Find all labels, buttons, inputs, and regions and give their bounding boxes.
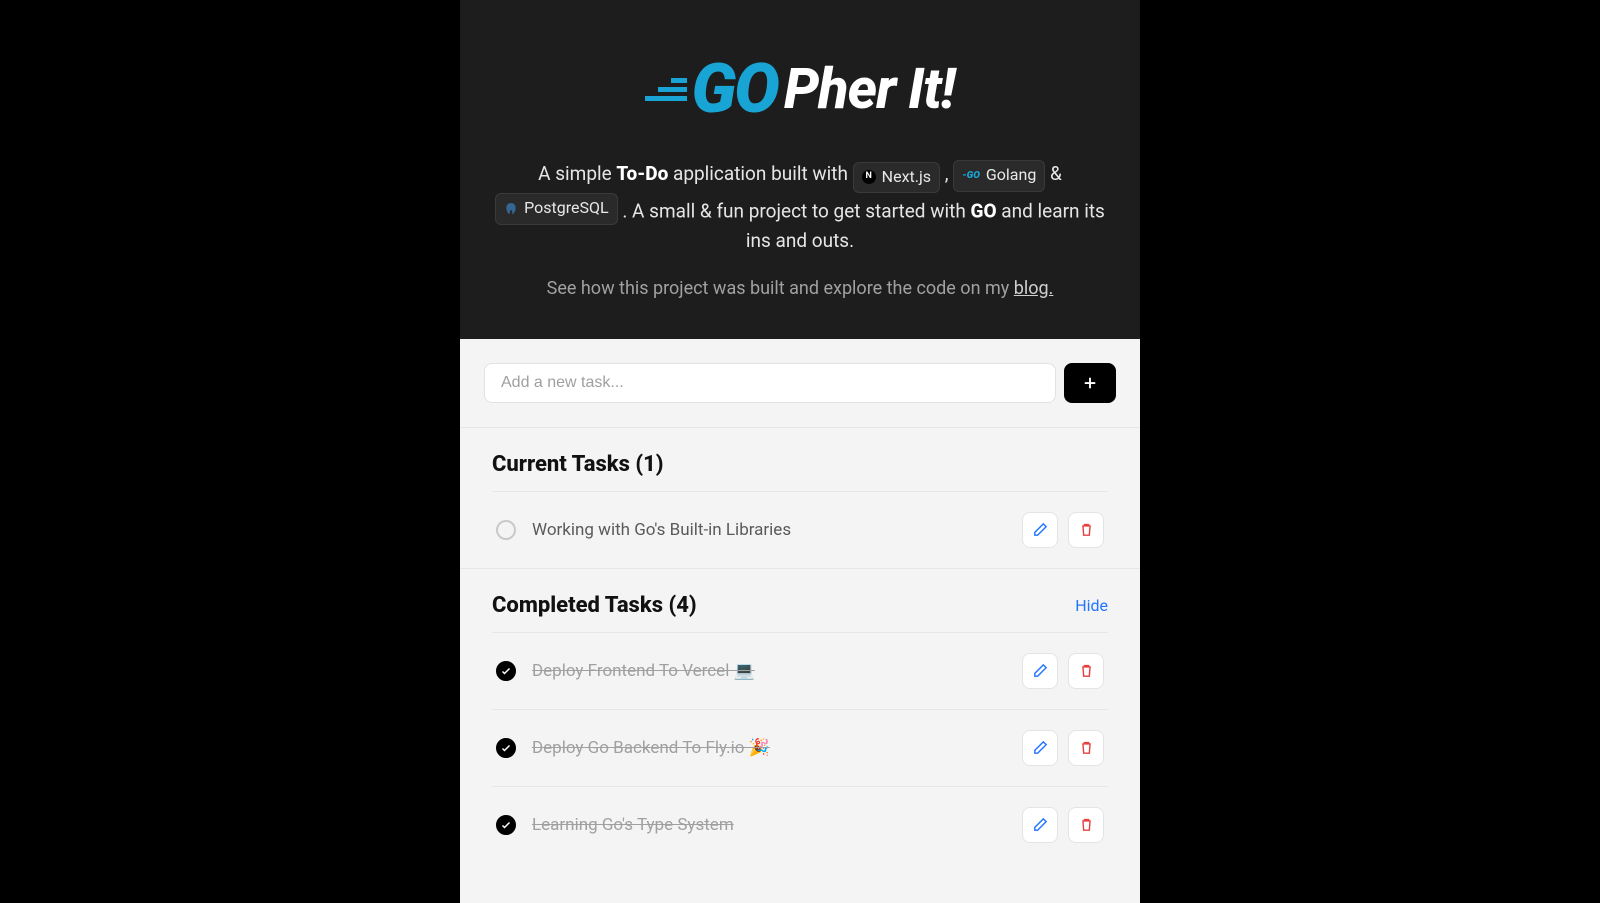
- nextjs-icon: N: [862, 170, 876, 184]
- task-checkbox[interactable]: [496, 738, 516, 758]
- intro-text: A simple To-Do application built with NN…: [492, 159, 1108, 256]
- edit-button[interactable]: [1022, 653, 1058, 689]
- app-title: Pher It!: [784, 56, 955, 122]
- trash-icon: [1078, 739, 1095, 756]
- delete-button[interactable]: [1068, 730, 1104, 766]
- edit-button[interactable]: [1022, 730, 1058, 766]
- add-bar: [460, 339, 1140, 427]
- edit-button[interactable]: [1022, 512, 1058, 548]
- golang-icon: -GO: [962, 169, 980, 183]
- completed-list: Deploy Frontend To Vercel 💻 Deploy Go Ba…: [492, 632, 1108, 863]
- blog-link[interactable]: blog.: [1014, 278, 1054, 299]
- task-title: Deploy Frontend To Vercel 💻: [532, 661, 1006, 681]
- task-checkbox[interactable]: [496, 815, 516, 835]
- check-icon: [500, 742, 512, 754]
- postgresql-icon: [504, 202, 518, 216]
- delete-button[interactable]: [1068, 807, 1104, 843]
- task-row: Learning Go's Type System: [492, 787, 1108, 863]
- tag-postgres: PostgreSQL: [495, 193, 617, 225]
- task-row: Working with Go's Built-in Libraries: [492, 492, 1108, 568]
- trash-icon: [1078, 521, 1095, 538]
- task-row: Deploy Go Backend To Fly.io 🎉: [492, 710, 1108, 787]
- trash-icon: [1078, 662, 1095, 679]
- hero: GO Pher It! A simple To-Do application b…: [460, 0, 1140, 339]
- check-icon: [500, 665, 512, 677]
- pencil-icon: [1032, 521, 1049, 538]
- pencil-icon: [1032, 816, 1049, 833]
- add-task-button[interactable]: [1064, 363, 1116, 403]
- pencil-icon: [1032, 739, 1049, 756]
- edit-button[interactable]: [1022, 807, 1058, 843]
- task-checkbox[interactable]: [496, 520, 516, 540]
- trash-icon: [1078, 816, 1095, 833]
- completed-title: Completed Tasks (4): [492, 593, 697, 618]
- hide-button[interactable]: Hide: [1075, 596, 1108, 615]
- task-title: Learning Go's Type System: [532, 815, 1006, 835]
- delete-button[interactable]: [1068, 653, 1104, 689]
- blog-line: See how this project was built and explo…: [492, 278, 1108, 299]
- task-title: Deploy Go Backend To Fly.io 🎉: [532, 738, 1006, 758]
- go-word: GO: [691, 55, 778, 123]
- add-task-input[interactable]: [484, 363, 1056, 403]
- go-logo: GO: [645, 55, 778, 123]
- task-title: Working with Go's Built-in Libraries: [532, 520, 1006, 540]
- task-row: Deploy Frontend To Vercel 💻: [492, 633, 1108, 710]
- logo: GO Pher It!: [492, 55, 1108, 123]
- plus-icon: [1081, 374, 1099, 392]
- pencil-icon: [1032, 662, 1049, 679]
- current-section: Current Tasks (1) Working with Go's Buil…: [460, 427, 1140, 568]
- task-checkbox[interactable]: [496, 661, 516, 681]
- app-card: GO Pher It! A simple To-Do application b…: [460, 0, 1140, 903]
- completed-section: Completed Tasks (4) Hide Deploy Frontend…: [460, 568, 1140, 863]
- current-title: Current Tasks (1): [492, 452, 664, 477]
- tag-golang: -GOGolang: [953, 160, 1045, 192]
- check-icon: [500, 819, 512, 831]
- delete-button[interactable]: [1068, 512, 1104, 548]
- go-speed-lines-icon: [645, 78, 687, 101]
- current-list: Working with Go's Built-in Libraries: [492, 491, 1108, 568]
- tag-nextjs: NNext.js: [853, 162, 940, 194]
